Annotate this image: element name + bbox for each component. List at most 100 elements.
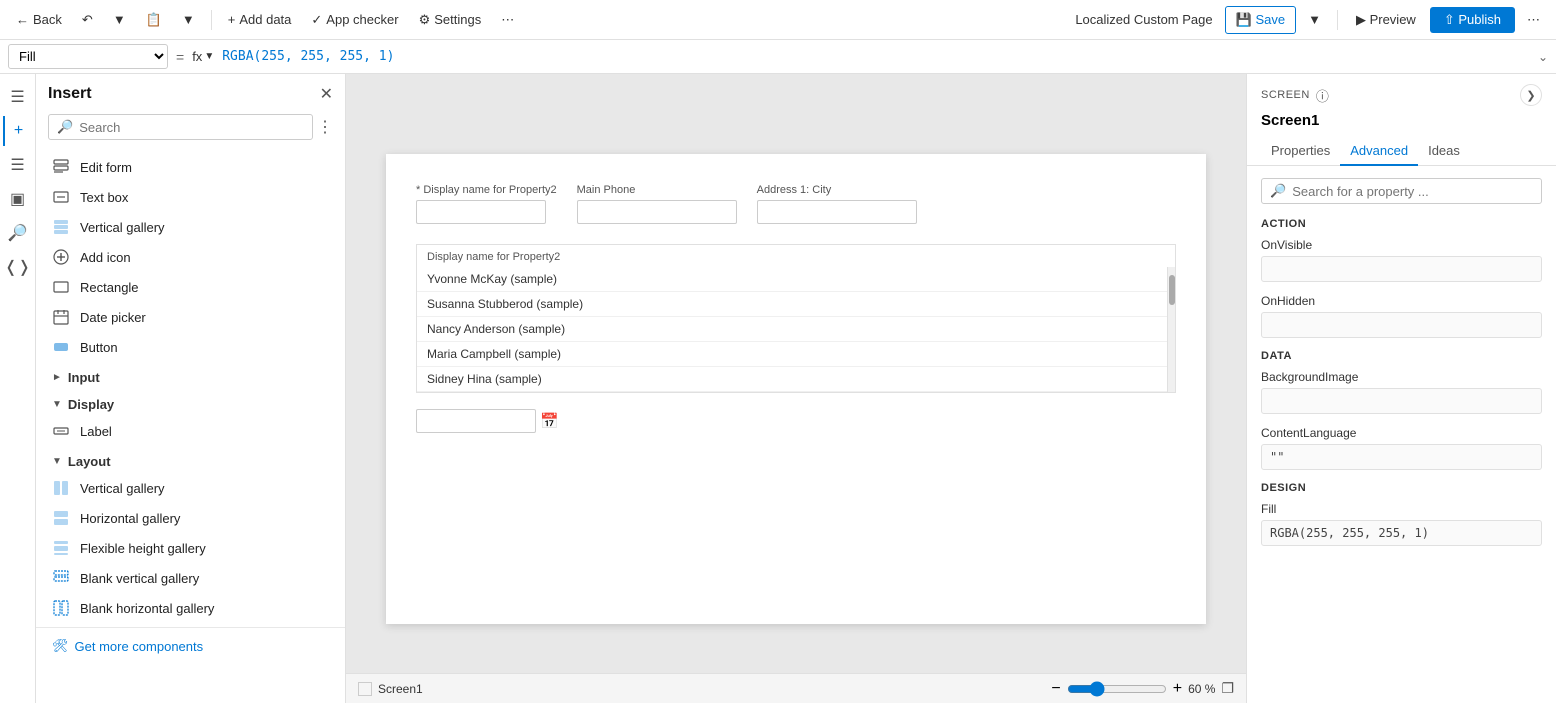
data-icon-btn[interactable]: ☰ <box>3 150 33 180</box>
screen-name-right: Screen1 <box>1247 112 1556 137</box>
more-button[interactable]: ⋯ <box>493 8 522 32</box>
content-language-input[interactable] <box>1261 444 1542 470</box>
rect-icon <box>52 278 70 296</box>
rectangle-label: Rectangle <box>80 280 139 295</box>
formula-collapse-icon[interactable]: ⌄ <box>1538 50 1548 64</box>
field3-input[interactable] <box>757 200 917 224</box>
insert-item-vertical-gallery[interactable]: Vertical gallery <box>36 212 345 242</box>
chevron-down-icon: ▼ <box>113 12 126 27</box>
zoom-out-button[interactable]: − <box>1051 680 1060 698</box>
insert-item-text-box[interactable]: Text box <box>36 182 345 212</box>
undo-button[interactable]: ↶ <box>74 8 101 32</box>
save-button[interactable]: 💾 Save <box>1225 6 1296 34</box>
insert-item-add-icon[interactable]: Add icon <box>36 242 345 272</box>
field1-input[interactable] <box>416 200 546 224</box>
property-search: 🔎 <box>1261 178 1542 204</box>
tree-icon-btn[interactable]: ▣ <box>3 184 33 214</box>
insert-menu-button[interactable]: ⋮ <box>317 117 333 137</box>
insert-title: Insert <box>48 85 92 103</box>
menu-icon-btn[interactable]: ☰ <box>3 82 33 112</box>
datepicker-input[interactable] <box>416 409 536 433</box>
publish-button[interactable]: ⇧ Publish <box>1430 7 1515 33</box>
preview-button[interactable]: ▶ Preview <box>1346 7 1426 33</box>
insert-item-label[interactable]: Label <box>36 416 345 446</box>
canvas-form-row: * Display name for Property2 Main Phone … <box>386 154 1206 234</box>
tab-ideas[interactable]: Ideas <box>1418 137 1470 166</box>
calendar-icon[interactable]: 📅 <box>540 412 559 430</box>
formula-input[interactable] <box>222 49 1530 64</box>
formula-bar: Fill = fx ▼ ⌄ <box>0 40 1556 74</box>
insert-item-edit-form[interactable]: Edit form <box>36 152 345 182</box>
screen-help-icon[interactable]: ⓘ <box>1316 86 1329 105</box>
insert-item-vertical-gallery-2[interactable]: Vertical gallery <box>36 473 345 503</box>
canvas-field-property2: * Display name for Property2 <box>416 184 557 224</box>
gallery-item-2[interactable]: Nancy Anderson (sample) <box>417 317 1175 342</box>
input-section-header[interactable]: ► Input <box>36 362 345 389</box>
property-search-input[interactable] <box>1292 184 1533 199</box>
insert-item-blank-vertical-gallery[interactable]: Blank vertical gallery <box>36 563 345 593</box>
edit-form-label: Edit form <box>80 160 132 175</box>
canvas-bottom-bar: Screen1 − + 60 % ❐ <box>346 673 1246 703</box>
insert-panel: Insert ✕ 🔎 ⋮ Edit form Text <box>36 74 346 703</box>
insert-icon-btn[interactable]: + <box>3 116 33 146</box>
canvas-datepicker: 📅 <box>416 409 1176 433</box>
on-hidden-input[interactable] <box>1261 312 1542 338</box>
field2-input[interactable] <box>577 200 737 224</box>
zoom-percent-label: 60 % <box>1188 682 1215 696</box>
copy-button[interactable]: 📋 <box>138 8 170 32</box>
insert-item-button[interactable]: Button <box>36 332 345 362</box>
copy-dropdown[interactable]: ▼ <box>174 8 203 31</box>
add-data-button[interactable]: + Add data <box>220 8 300 31</box>
right-panel: SCREEN ⓘ ❯ Screen1 Properties Advanced I… <box>1246 74 1556 703</box>
insert-item-flexible-height-gallery[interactable]: Flexible height gallery <box>36 533 345 563</box>
insert-item-horizontal-gallery[interactable]: Horizontal gallery <box>36 503 345 533</box>
save-dropdown[interactable]: ▼ <box>1300 8 1329 31</box>
search-icon-btn[interactable]: 🔎 <box>3 218 33 248</box>
screen-name-label: Screen1 <box>378 682 423 696</box>
gallery-item-0[interactable]: Yvonne McKay (sample) <box>417 267 1175 292</box>
zoom-in-button[interactable]: + <box>1173 680 1182 698</box>
play-icon: ▶ <box>1356 12 1366 27</box>
zoom-slider[interactable] <box>1067 681 1167 697</box>
chevron-down-icon-2: ▼ <box>182 12 195 27</box>
fx-chevron-icon: ▼ <box>204 51 214 62</box>
fullscreen-button[interactable]: ❐ <box>1221 680 1234 697</box>
background-image-input[interactable] <box>1261 388 1542 414</box>
tab-advanced[interactable]: Advanced <box>1340 137 1418 166</box>
tab-properties[interactable]: Properties <box>1261 137 1340 166</box>
code-icon-btn[interactable]: ❬❭ <box>3 252 33 282</box>
app-checker-button[interactable]: ✓ App checker <box>303 8 406 32</box>
insert-item-rectangle[interactable]: Rectangle <box>36 272 345 302</box>
gallery-item-4[interactable]: Sidney Hina (sample) <box>417 367 1175 392</box>
layout-section-header[interactable]: ▼ Layout <box>36 446 345 473</box>
screen-badge: Screen1 <box>358 682 423 696</box>
search-input[interactable] <box>79 120 304 135</box>
undo-dropdown[interactable]: ▼ <box>105 8 134 31</box>
fgallery-icon <box>52 539 70 557</box>
settings-button[interactable]: ⚙ Settings <box>411 8 490 32</box>
layout-section-label: Layout <box>68 454 111 469</box>
more-options-button[interactable]: ⋯ <box>1519 8 1548 32</box>
back-button[interactable]: ← Back <box>8 8 70 31</box>
divider-2 <box>1337 10 1338 30</box>
get-more-link[interactable]: 🛠 Get more components <box>36 627 345 664</box>
right-panel-collapse-button[interactable]: ❯ <box>1520 84 1542 106</box>
on-hidden-label: OnHidden <box>1261 294 1542 308</box>
get-more-label: Get more components <box>75 639 204 654</box>
insert-close-button[interactable]: ✕ <box>320 84 333 104</box>
insert-item-blank-horizontal-gallery[interactable]: Blank horizontal gallery <box>36 593 345 623</box>
gallery-item-3[interactable]: Maria Campbell (sample) <box>417 342 1175 367</box>
insert-item-date-picker[interactable]: Date picker <box>36 302 345 332</box>
property-select[interactable]: Fill <box>8 44 168 69</box>
on-visible-input[interactable] <box>1261 256 1542 282</box>
toolbar-right: Localized Custom Page 💾 Save ▼ ▶ Preview… <box>1075 6 1548 34</box>
fx-button[interactable]: fx ▼ <box>192 49 214 64</box>
gallery-scrollbar[interactable] <box>1167 267 1175 392</box>
insert-search-box: 🔎 <box>48 114 313 140</box>
display-section-header[interactable]: ▼ Display <box>36 389 345 416</box>
publish-icon: ⇧ <box>1444 12 1455 27</box>
fill-input[interactable] <box>1261 520 1542 546</box>
vertical-gallery-label: Vertical gallery <box>80 220 165 235</box>
prop-background-image: BackgroundImage <box>1261 370 1542 414</box>
gallery-item-1[interactable]: Susanna Stubberod (sample) <box>417 292 1175 317</box>
